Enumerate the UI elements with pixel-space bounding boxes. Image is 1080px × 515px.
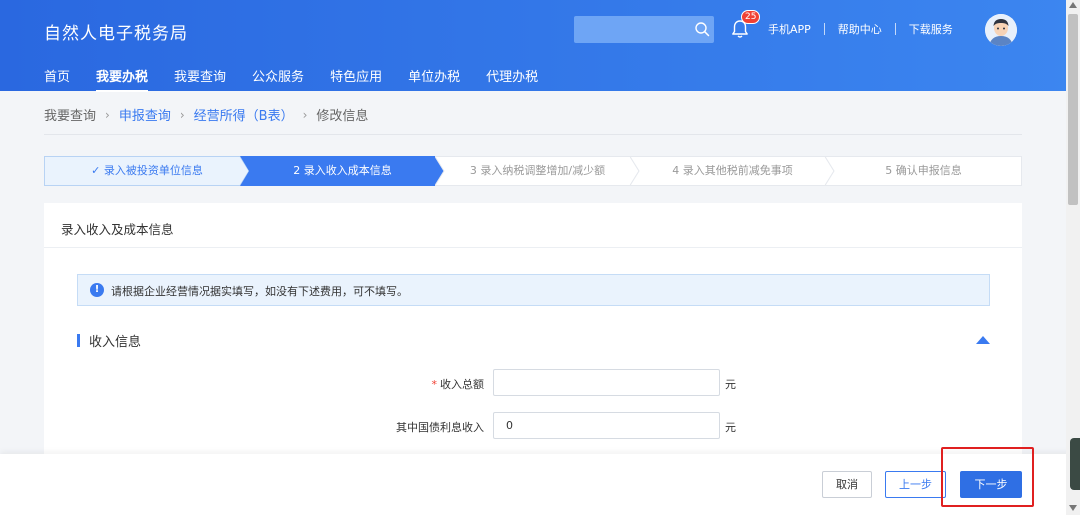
footer-bar: 取消 上一步 下一步 xyxy=(0,454,1080,515)
search-input[interactable] xyxy=(574,16,692,43)
user-avatar-icon xyxy=(985,14,1017,46)
section-title: 收入信息 xyxy=(89,335,142,350)
avatar[interactable] xyxy=(985,14,1017,46)
download-service-link[interactable]: 下载服务 xyxy=(909,21,953,37)
treasury-interest-input[interactable] xyxy=(493,412,720,439)
search-box xyxy=(574,16,714,43)
total-income-label: * 收入总额 xyxy=(431,378,485,391)
step-progress: ✓ 录入被投资单位信息 2 录入收入成本信息 3 录入纳税调整增加/减少额 4 … xyxy=(44,156,1022,186)
previous-step-button[interactable]: 上一步 xyxy=(885,471,946,498)
breadcrumb-item-query[interactable]: 我要查询 xyxy=(44,105,96,124)
nav-public-service[interactable]: 公众服务 xyxy=(252,66,304,86)
main-panel: 录入收入及成本信息 ! 请根据企业经营情况据实填写，如没有下述费用，可不填写。 … xyxy=(44,203,1022,463)
nav-agent-tax[interactable]: 代理办税 xyxy=(486,66,538,86)
step-4[interactable]: 4 录入其他税前减免事项 xyxy=(630,156,835,186)
chevron-right-icon: › xyxy=(179,107,185,122)
step-3-label: 3 录入纳税调整增加/减少额 xyxy=(469,164,606,177)
step-1[interactable]: ✓ 录入被投资单位信息 xyxy=(44,156,250,186)
nav-featured-apps[interactable]: 特色应用 xyxy=(330,66,382,86)
breadcrumb: 我要查询 › 申报查询 › 经营所得（B表） › 修改信息 xyxy=(44,105,369,125)
step-4-label: 4 录入其他税前减免事项 xyxy=(672,164,793,177)
step-5[interactable]: 5 确认申报信息 xyxy=(825,156,1022,186)
divider xyxy=(823,23,825,35)
top-header: 自然人电子税务局 25 手机APP 帮助中心 下载服务 首页 我要办税 我要查询 xyxy=(0,0,1080,92)
info-icon: ! xyxy=(90,283,104,297)
chevron-right-icon: › xyxy=(302,107,308,122)
breadcrumb-item-declaration-query[interactable]: 申报查询 xyxy=(119,105,171,124)
collapse-up-icon[interactable] xyxy=(976,336,990,344)
help-center-link[interactable]: 帮助中心 xyxy=(838,21,882,37)
scroll-up-icon[interactable] xyxy=(1069,2,1077,8)
step-1-label: ✓ 录入被投资单位信息 xyxy=(91,164,203,177)
mobile-app-link[interactable]: 手机APP xyxy=(768,21,811,37)
nav-home[interactable]: 首页 xyxy=(44,66,70,86)
section-marker xyxy=(77,334,80,347)
side-widget[interactable] xyxy=(1070,438,1080,490)
divider xyxy=(894,23,896,35)
unit-label: 元 xyxy=(725,421,736,434)
required-mark: * xyxy=(431,378,438,391)
scrollbar-thumb[interactable] xyxy=(1068,14,1078,205)
nav-unit-tax[interactable]: 单位办税 xyxy=(408,66,460,86)
treasury-interest-label: 其中国债利息收入 xyxy=(396,421,484,434)
nav-query[interactable]: 我要查询 xyxy=(174,66,226,86)
step-3[interactable]: 3 录入纳税调整增加/减少额 xyxy=(435,156,640,186)
step-2-label: 2 录入收入成本信息 xyxy=(293,164,392,177)
notification-badge: 25 xyxy=(741,10,761,24)
breadcrumb-item-business-income-b[interactable]: 经营所得（B表） xyxy=(194,105,294,124)
cancel-button[interactable]: 取消 xyxy=(822,471,872,498)
divider xyxy=(44,247,1022,248)
total-income-input[interactable] xyxy=(493,369,720,396)
chevron-right-icon: › xyxy=(105,107,110,122)
nav-tax-handling[interactable]: 我要办税 xyxy=(96,66,149,92)
step-2[interactable]: 2 录入收入成本信息 xyxy=(240,156,445,186)
notice-banner: ! 请根据企业经营情况据实填写，如没有下述费用，可不填写。 xyxy=(77,274,990,306)
top-links: 手机APP 帮助中心 下载服务 xyxy=(768,21,953,37)
divider xyxy=(44,134,1022,135)
site-logo[interactable]: 自然人电子税务局 xyxy=(44,19,188,44)
step-5-label: 5 确认申报信息 xyxy=(885,164,962,177)
search-icon[interactable] xyxy=(694,21,710,37)
notice-text: 请根据企业经营情况据实填写，如没有下述费用，可不填写。 xyxy=(111,285,408,298)
unit-label: 元 xyxy=(725,378,736,391)
scroll-down-icon[interactable] xyxy=(1069,505,1077,511)
breadcrumb-item-current: 修改信息 xyxy=(316,109,369,124)
panel-title: 录入收入及成本信息 xyxy=(61,222,174,237)
highlight-box xyxy=(941,447,1034,507)
main-nav: 首页 我要办税 我要查询 公众服务 特色应用 单位办税 代理办税 xyxy=(44,66,564,92)
